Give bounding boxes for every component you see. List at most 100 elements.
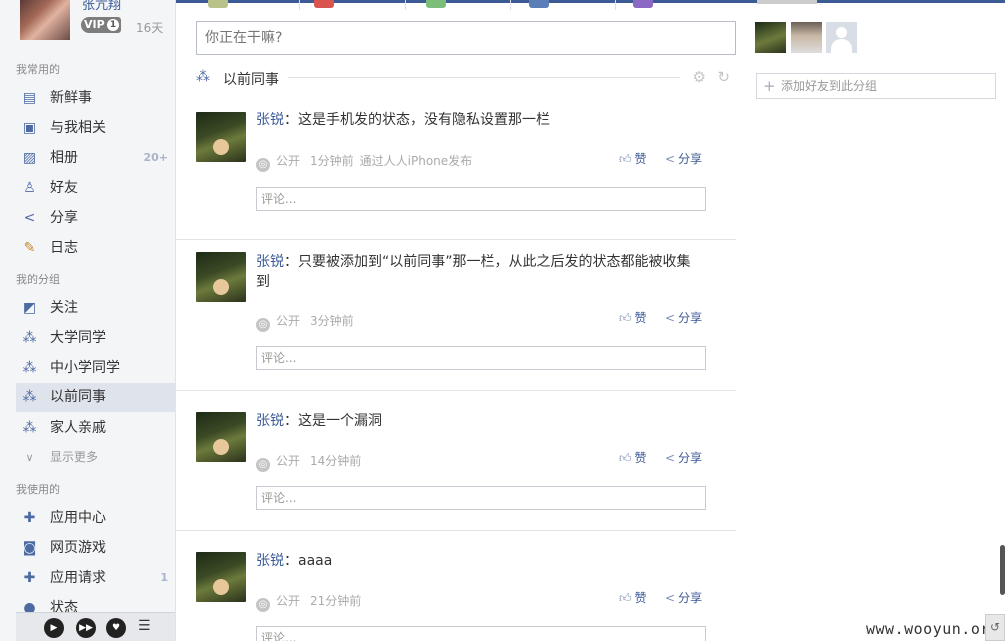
post-text: ：这是手机发的状态，没有隐私设置那一栏 bbox=[284, 112, 550, 128]
post-time[interactable]: 14分钟前 bbox=[310, 454, 361, 468]
playlist-icon[interactable]: ☰ bbox=[138, 618, 151, 634]
refresh-icon[interactable]: ↻ bbox=[717, 68, 730, 86]
right-panel-header-fragment bbox=[757, 0, 817, 4]
share-label: 分享 bbox=[678, 152, 703, 166]
play-icon[interactable]: ▶ bbox=[44, 618, 64, 638]
share-label: 分享 bbox=[678, 451, 703, 465]
post-author[interactable]: 张锐 bbox=[256, 254, 284, 270]
comment-input[interactable]: 评论... bbox=[256, 486, 706, 510]
share-button[interactable]: < 分享 bbox=[665, 449, 702, 466]
chevron-down-icon: ∨ bbox=[25, 451, 34, 464]
group-title: 以前同事 bbox=[223, 72, 279, 88]
post-meta: ◎ 公开 1分钟前 通过人人iPhone发布 bbox=[256, 152, 472, 172]
publisher-tabs bbox=[196, 0, 736, 14]
sidebar-item-follow[interactable]: ◩ 关注 bbox=[16, 294, 176, 322]
like-label: 赞 bbox=[634, 311, 647, 325]
member-avatar[interactable] bbox=[791, 22, 822, 53]
comment-input[interactable]: 评论... bbox=[256, 346, 706, 370]
sidebar-item-share[interactable]: < 分享 bbox=[16, 204, 176, 232]
profile-card: 张亢翔 VIP 1 16天 bbox=[20, 0, 176, 40]
watermark: www.wooyun.org bbox=[866, 620, 1000, 638]
post-time[interactable]: 1分钟前 bbox=[310, 154, 354, 168]
status-input[interactable] bbox=[196, 21, 736, 55]
add-friend-label: 添加好友到此分组 bbox=[781, 79, 878, 93]
sidebar-item-blog[interactable]: ✎ 日志 bbox=[16, 234, 176, 262]
post-author[interactable]: 张锐 bbox=[256, 112, 284, 128]
feedback-button[interactable]: ↺ bbox=[985, 614, 1005, 641]
profile-name[interactable]: 张亢翔 bbox=[82, 0, 121, 13]
sidebar-item-app-center[interactable]: ✚ 应用中心 bbox=[16, 504, 176, 532]
photo-tab-icon[interactable] bbox=[314, 0, 334, 8]
globe-icon: ◎ bbox=[256, 318, 270, 332]
sidebar-item-app-requests[interactable]: ✚ 应用请求 1 bbox=[16, 564, 176, 592]
gear-icon[interactable]: ⚙ bbox=[693, 68, 706, 86]
sidebar-item-label: 应用请求 bbox=[50, 570, 106, 586]
privacy-label: 公开 bbox=[276, 154, 301, 168]
sidebar-item-school[interactable]: ⁂ 中小学同学 bbox=[16, 354, 176, 382]
scrollbar-thumb[interactable] bbox=[1000, 545, 1005, 595]
show-more-label: 显示更多 bbox=[50, 450, 99, 464]
share-label: 分享 bbox=[678, 591, 703, 605]
sidebar-item-former-colleagues[interactable]: ⁂ 以前同事 bbox=[16, 383, 176, 412]
like-button[interactable]: 👍︎ 赞 bbox=[619, 449, 647, 466]
add-friend-to-group-button[interactable]: + 添加好友到此分组 bbox=[756, 73, 996, 99]
vip-badge[interactable]: VIP 1 bbox=[81, 17, 121, 33]
share-icon: < bbox=[23, 210, 36, 226]
share-button[interactable]: < 分享 bbox=[665, 309, 702, 326]
post-time[interactable]: 3分钟前 bbox=[310, 314, 354, 328]
sidebar-item-label: 关注 bbox=[50, 300, 78, 316]
sidebar-item-mentions[interactable]: ▣ 与我相关 bbox=[16, 114, 176, 142]
sidebar-item-family[interactable]: ⁂ 家人亲戚 bbox=[16, 414, 176, 442]
sidebar-item-web-games[interactable]: ◙ 网页游戏 bbox=[16, 534, 176, 562]
like-button[interactable]: 👍︎ 赞 bbox=[619, 309, 647, 326]
sidebar-item-label: 分享 bbox=[50, 210, 78, 226]
sidebar-item-label: 与我相关 bbox=[50, 120, 106, 136]
section-title-common: 我常用的 bbox=[16, 63, 60, 76]
sidebar-item-label: 网页游戏 bbox=[50, 540, 106, 556]
like-label: 赞 bbox=[634, 152, 647, 166]
sidebar-show-more[interactable]: ∨ 显示更多 bbox=[16, 443, 176, 471]
avatar[interactable] bbox=[196, 412, 246, 462]
post-time[interactable]: 21分钟前 bbox=[310, 594, 361, 608]
sidebar-item-label: 以前同事 bbox=[50, 389, 106, 405]
avatar[interactable] bbox=[196, 112, 246, 162]
member-avatar-placeholder[interactable] bbox=[826, 22, 857, 53]
status-tab-icon[interactable] bbox=[208, 0, 228, 8]
share-button[interactable]: < 分享 bbox=[665, 589, 702, 606]
post-author[interactable]: 张锐 bbox=[256, 553, 284, 569]
member-avatar[interactable] bbox=[755, 22, 786, 53]
profile-avatar[interactable] bbox=[20, 0, 70, 40]
globe-icon: ◎ bbox=[256, 458, 270, 472]
privacy-label: 公开 bbox=[276, 454, 301, 468]
tab-divider bbox=[510, 0, 511, 10]
comment-input[interactable]: 评论... bbox=[256, 626, 706, 641]
share-button[interactable]: < 分享 bbox=[665, 150, 702, 167]
post-meta: ◎ 公开 14分钟前 bbox=[256, 452, 361, 472]
sidebar-item-label: 相册 bbox=[50, 150, 78, 166]
heart-icon[interactable]: ♥ bbox=[106, 618, 126, 638]
like-button[interactable]: 👍︎ 赞 bbox=[619, 150, 647, 167]
sidebar-item-albums[interactable]: ▨ 相册 20+ bbox=[16, 144, 176, 172]
blog-tab-icon[interactable] bbox=[633, 0, 653, 8]
sidebar-item-newsfeed[interactable]: ▤ 新鲜事 bbox=[16, 84, 176, 112]
comment-input[interactable]: 评论... bbox=[256, 187, 706, 211]
like-label: 赞 bbox=[634, 591, 647, 605]
sidebar-item-college[interactable]: ⁂ 大学同学 bbox=[16, 324, 176, 352]
video-tab-icon[interactable] bbox=[529, 0, 549, 8]
like-button[interactable]: 👍︎ 赞 bbox=[619, 589, 647, 606]
friends-icon: ♙ bbox=[23, 180, 36, 196]
app-request-count: 1 bbox=[160, 571, 168, 584]
newsfeed-icon: ▤ bbox=[22, 90, 37, 106]
mentions-icon: ▣ bbox=[22, 120, 37, 136]
post-body: 张锐：aaaa bbox=[256, 551, 706, 571]
privacy-label: 公开 bbox=[276, 314, 301, 328]
avatar[interactable] bbox=[196, 552, 246, 602]
feed-post: 张锐：aaaa ◎ 公开 21分钟前 👍︎ 赞 < 分享 评论... bbox=[176, 531, 736, 641]
share-tab-icon[interactable] bbox=[426, 0, 446, 8]
sidebar-item-friends[interactable]: ♙ 好友 bbox=[16, 174, 176, 202]
post-source[interactable]: 通过人人iPhone发布 bbox=[360, 154, 473, 168]
post-author[interactable]: 张锐 bbox=[256, 413, 284, 429]
next-track-icon[interactable]: ▶▶ bbox=[76, 618, 96, 638]
group-icon: ⁂ bbox=[22, 360, 37, 376]
avatar[interactable] bbox=[196, 252, 246, 302]
